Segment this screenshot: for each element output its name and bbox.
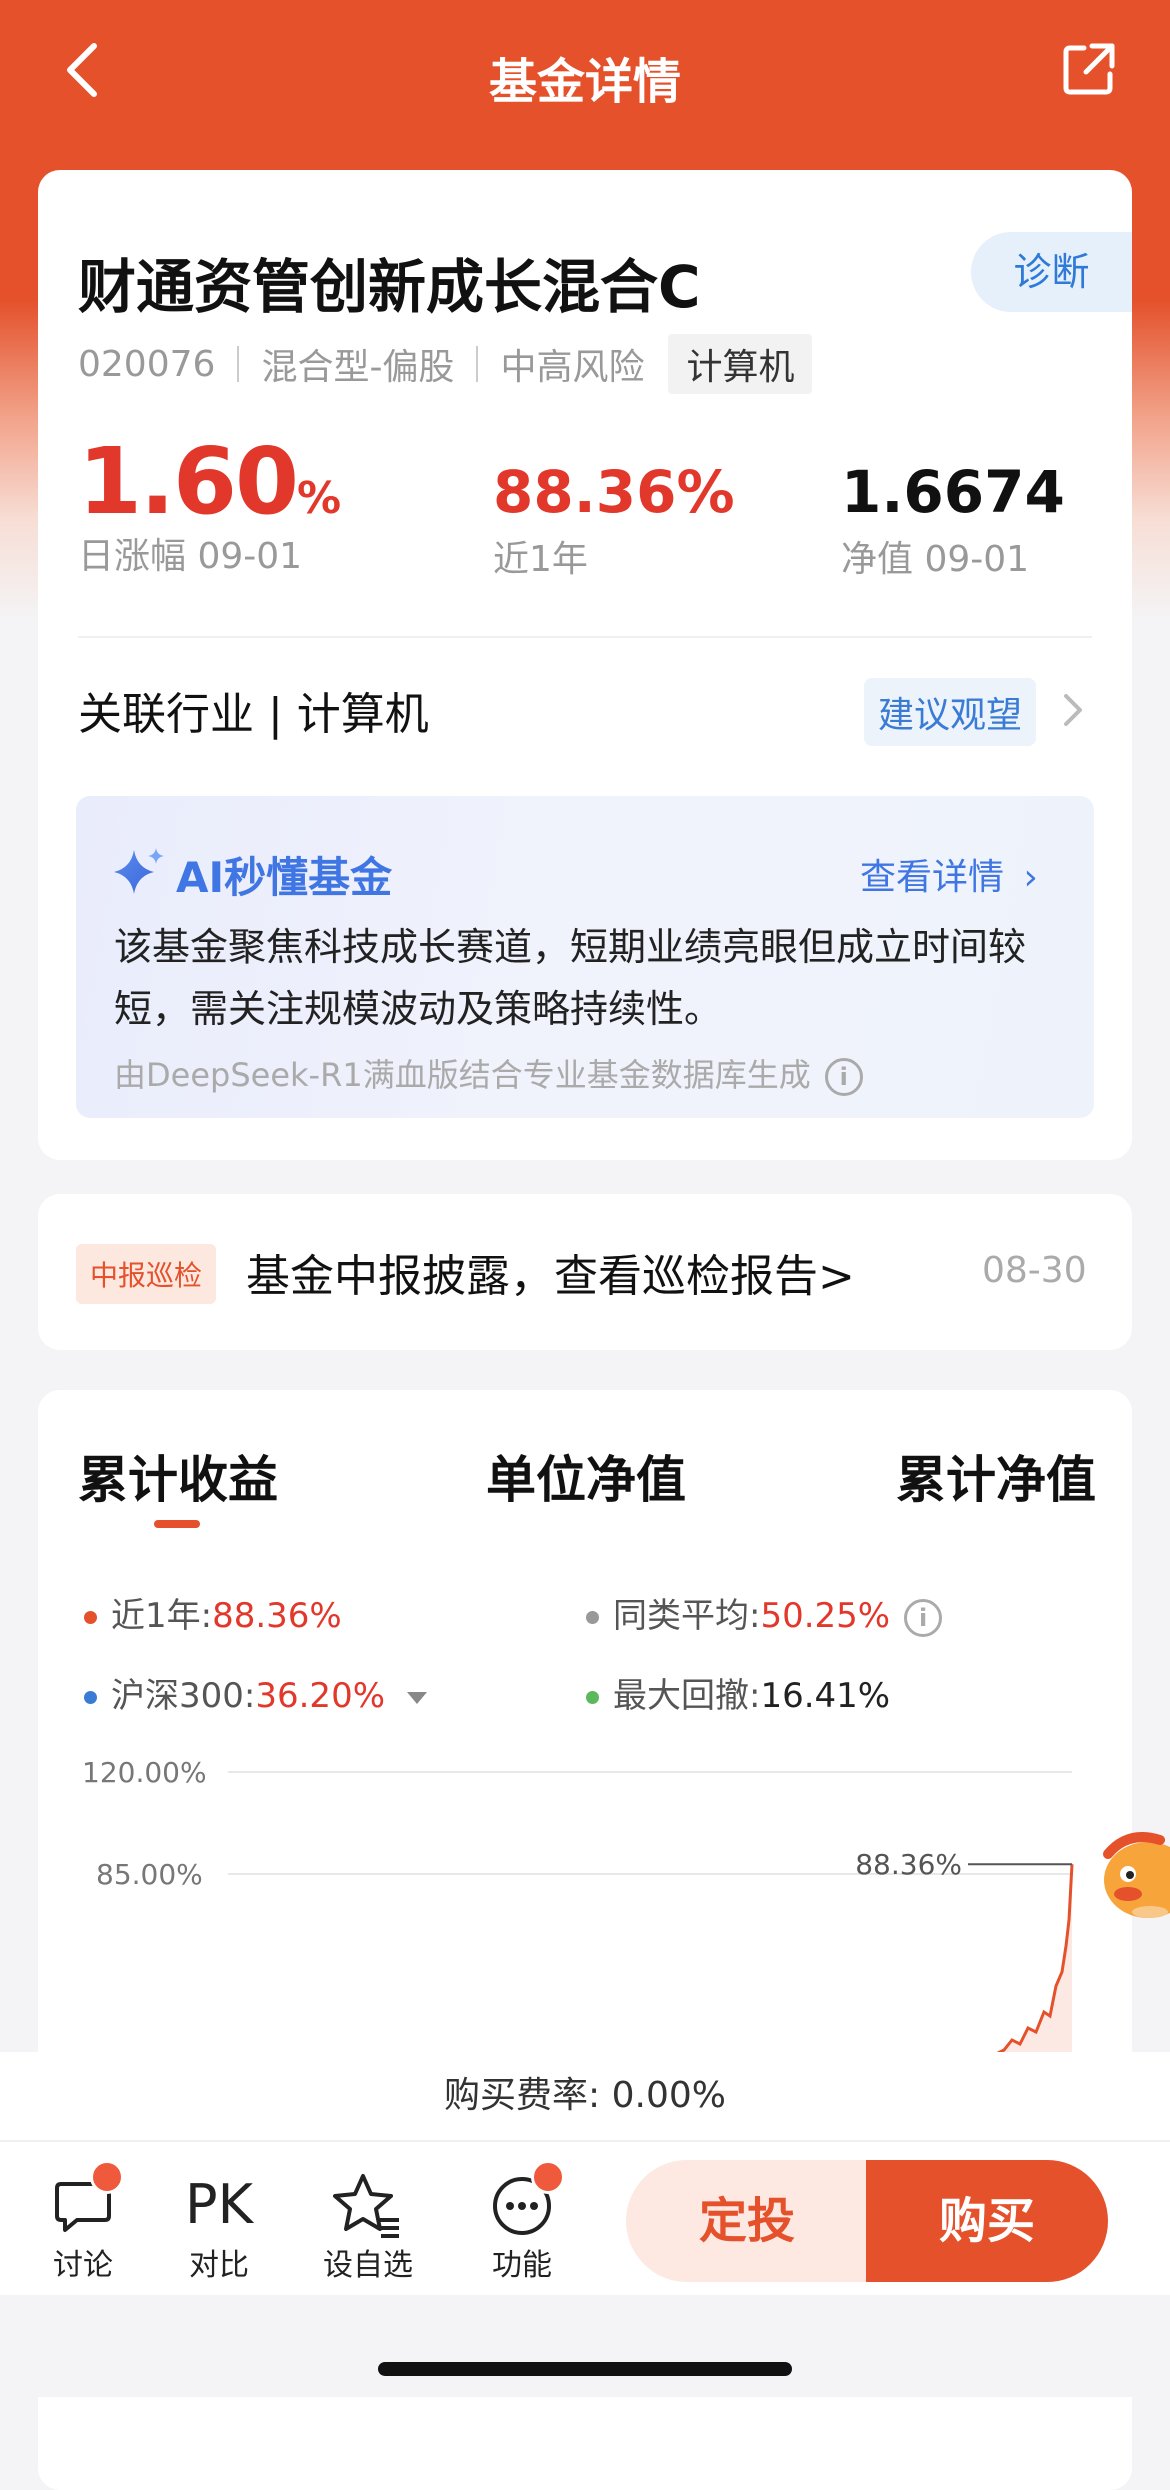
tab-active-indicator [154, 1520, 200, 1528]
diagnose-button[interactable]: 诊断 [971, 232, 1132, 312]
ai-source-note: 由DeepSeek-R1满血版结合专业基金数据库生成 i [114, 1050, 863, 1096]
end-value-label: 88.36% [855, 1848, 962, 1881]
fund-sector-tag[interactable]: 计算机 [668, 334, 813, 394]
auto-invest-button[interactable]: 定投 [626, 2160, 868, 2282]
nav-value: 1.6674 [841, 458, 1065, 526]
ytick-label-120: 120.00% [82, 1756, 207, 1789]
divider [78, 636, 1092, 638]
report-link[interactable]: 基金中报披露，查看巡检报告> [246, 1240, 855, 1304]
legend-item-peer-average: 同类平均:50.25% i [586, 1588, 943, 1637]
ai-view-details-link[interactable]: 查看详情 › [860, 848, 1038, 900]
sparkle-icon [114, 848, 164, 894]
ytick-label-85: 85.00% [96, 1858, 203, 1891]
tab-cumulative-nav[interactable]: 累计净值 [896, 1440, 1096, 1512]
year-return-value: 88.36% [493, 458, 735, 526]
daily-change-value: 1.60 [78, 428, 299, 535]
home-indicator[interactable] [378, 2362, 792, 2376]
info-icon[interactable]: i [904, 1598, 943, 1637]
nav-stat: 1.6674 净值 09-01 [841, 458, 1065, 582]
fund-type: 混合型-偏股 [261, 347, 455, 388]
functions-button[interactable]: 功能 [467, 2160, 577, 2284]
compare-button[interactable]: PK 对比 [164, 2170, 274, 2284]
legend-item-1-year: 近1年:88.36% [84, 1588, 342, 1637]
page-title: 基金详情 [488, 54, 681, 110]
buy-button[interactable]: 购买 [866, 2160, 1108, 2282]
separator [476, 346, 479, 382]
nav-label: 净值 09-01 [841, 539, 1030, 580]
dropdown-caret-icon[interactable] [407, 1691, 428, 1704]
navigation-bar: 基金详情 [0, 0, 1170, 150]
star-list-icon [333, 2174, 399, 2238]
tab-cumulative-return[interactable]: 累计收益 [78, 1440, 278, 1512]
related-industry[interactable]: 关联行业 | 计算机 [78, 678, 429, 742]
legend-dot [84, 1611, 97, 1624]
daily-change-label: 日涨幅 09-01 [78, 536, 303, 577]
report-date: 08-30 [982, 1250, 1087, 1291]
report-card[interactable]: 中报巡检 基金中报披露，查看巡检报告> 08-30 [38, 1194, 1132, 1350]
notification-badge [531, 2160, 565, 2194]
suggestion-badge[interactable]: 建议观望 [864, 678, 1037, 746]
series-area [988, 1864, 1072, 2070]
discuss-button[interactable]: 讨论 [28, 2160, 138, 2284]
legend-dot [586, 1611, 599, 1624]
return-chart[interactable]: 120.00% 85.00% 88.36% [38, 1750, 1132, 2070]
fund-summary-card: 财通资管创新成长混合C 诊断 020076 混合型-偏股 中高风险 计算机 1.… [38, 170, 1132, 1160]
legend-item-max-drawdown: 最大回撤:16.41% [586, 1668, 890, 1717]
add-watchlist-button[interactable]: 设自选 [313, 2170, 423, 2284]
watchlist-label: 设自选 [323, 2248, 413, 2283]
discuss-label: 讨论 [53, 2248, 113, 2283]
functions-label: 功能 [492, 2248, 552, 2283]
legend-dot [84, 1691, 97, 1704]
fund-risk: 中高风险 [500, 347, 645, 388]
share-icon[interactable] [1060, 40, 1118, 98]
info-icon[interactable]: i [824, 1058, 863, 1096]
year-return-label: 近1年 [493, 539, 588, 580]
bottom-action-bar: 讨论 PK 对比 设自选 功能 定投 购买 [0, 2140, 1170, 2297]
separator [237, 346, 240, 382]
ai-summary-text: 该基金聚焦科技成长赛道，短期业绩亮眼但成立时间较短，需关注规模波动及策略持续性。 [114, 925, 1027, 1031]
tab-unit-nav[interactable]: 单位净值 [486, 1440, 686, 1512]
mascot-icon[interactable] [1098, 1820, 1170, 1930]
fund-name: 财通资管创新成长混合C [78, 253, 701, 321]
notification-badge [90, 2160, 124, 2194]
legend-dot [586, 1691, 599, 1704]
fund-code: 020076 [78, 343, 216, 385]
compare-label: 对比 [189, 2248, 249, 2283]
fund-meta: 020076 混合型-偏股 中高风险 计算机 [78, 334, 813, 394]
ai-title: AI秒懂基金 [176, 853, 393, 902]
report-tag: 中报巡检 [76, 1244, 217, 1304]
daily-change-unit: % [297, 473, 342, 524]
daily-change-stat: 1.60% 日涨幅 09-01 [78, 428, 341, 579]
home-area [0, 2295, 1170, 2397]
ai-summary-box[interactable]: AI秒懂基金 查看详情 › 该基金聚焦科技成长赛道，短期业绩亮眼但成立时间较短，… [76, 796, 1094, 1118]
pk-icon: PK [185, 2173, 253, 2236]
purchase-fee: 购买费率: 0.00% [0, 2052, 1170, 2140]
chevron-right-icon[interactable] [1058, 690, 1088, 730]
legend-item-csi300[interactable]: 沪深300:36.20% [84, 1668, 428, 1717]
year-return-stat: 88.36% 近1年 [493, 458, 735, 582]
